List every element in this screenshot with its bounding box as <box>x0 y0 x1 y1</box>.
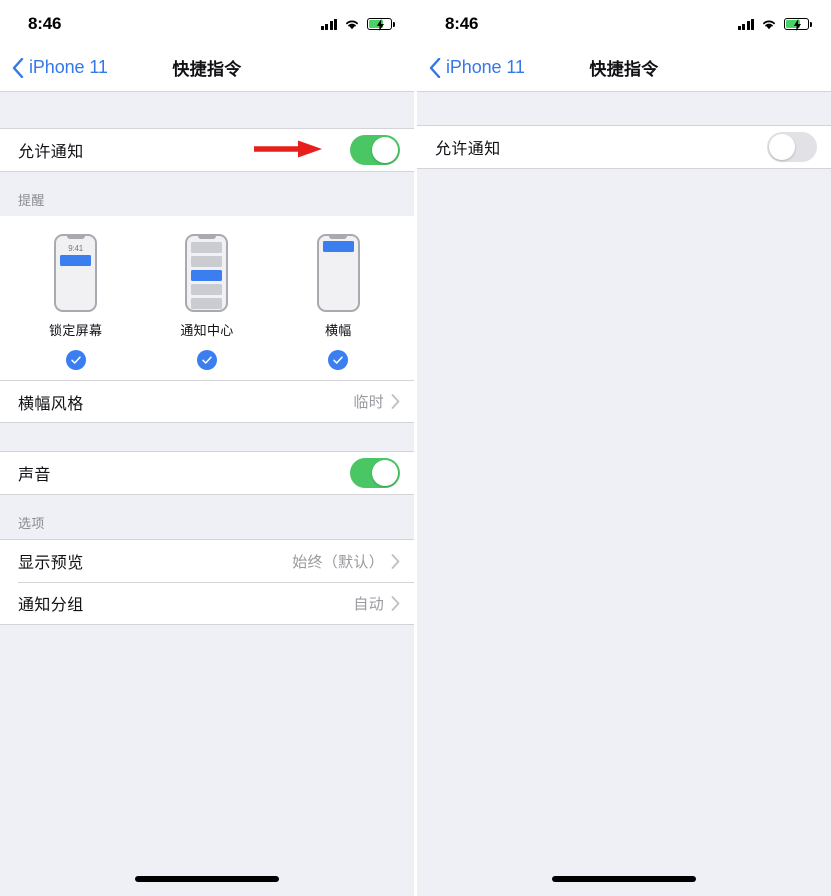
back-button[interactable]: iPhone 11 <box>417 57 525 78</box>
chevron-right-icon <box>391 553 400 569</box>
preview-notification-bar <box>191 270 223 281</box>
banner-preview-icon <box>316 234 360 312</box>
lock-screen-preview-time: 9:41 <box>68 244 84 253</box>
sound-label: 声音 <box>18 467 51 484</box>
preview-notification-bar <box>60 255 92 266</box>
home-indicator <box>135 876 279 882</box>
right-phone-screen: 8:46 iPhone 11 快捷指令 允许通知 <box>417 0 831 896</box>
alerts-section-header: 提醒 <box>0 172 414 216</box>
status-time: 8:46 <box>445 14 479 33</box>
phone-notch <box>66 236 85 239</box>
row-allow-notifications[interactable]: 允许通知 <box>417 126 831 168</box>
allow-notifications-group: 允许通知 <box>0 128 414 172</box>
alert-option-banner[interactable]: 横幅 <box>288 234 388 370</box>
allow-notifications-label: 允许通知 <box>435 141 501 158</box>
status-icons <box>737 14 812 31</box>
battery-charging-icon <box>784 18 812 31</box>
row-show-previews[interactable]: 显示预览 始终（默认） <box>0 540 414 582</box>
alert-option-label: 通知中心 <box>180 323 234 338</box>
navigation-bar-left: iPhone 11 快捷指令 <box>0 44 414 92</box>
preview-bar <box>191 298 223 309</box>
notification-grouping-label: 通知分组 <box>18 597 84 614</box>
lock-screen-preview-icon: 9:41 <box>54 234 98 312</box>
alert-option-lock-screen[interactable]: 9:41 锁定屏幕 <box>26 234 126 370</box>
wifi-icon <box>763 20 775 30</box>
options-section-title: 选项 <box>18 516 45 531</box>
row-banner-style[interactable]: 横幅风格 临时 <box>0 381 414 423</box>
toggle-knob <box>372 137 398 163</box>
status-bar-left: 8:46 <box>0 0 414 44</box>
check-icon <box>333 356 344 364</box>
navigation-bar-right: iPhone 11 快捷指令 <box>417 44 831 92</box>
alert-option-label: 横幅 <box>325 323 352 338</box>
notification-center-preview-icon <box>185 234 229 312</box>
spacer-above-allow-notifications <box>0 92 414 128</box>
wifi-icon <box>346 20 358 30</box>
back-button[interactable]: iPhone 11 <box>0 57 108 78</box>
check-icon <box>202 356 212 364</box>
toggle-knob <box>372 460 398 486</box>
allow-notifications-label: 允许通知 <box>18 144 84 161</box>
alerts-section-title: 提醒 <box>18 193 45 208</box>
alert-option-notification-center[interactable]: 通知中心 <box>157 234 257 370</box>
allow-notifications-toggle[interactable] <box>350 135 400 165</box>
preview-bar <box>191 256 223 267</box>
status-icons <box>320 14 395 31</box>
spacer-above-sound <box>0 423 414 451</box>
chevron-left-icon <box>12 57 24 78</box>
row-allow-notifications[interactable]: 允许通知 <box>0 129 414 171</box>
dual-screenshot-comparison: 8:46 iPhone 11 快捷指令 允许通知 提醒 9:41 锁定屏幕 通知… <box>0 0 831 896</box>
row-notification-grouping[interactable]: 通知分组 自动 <box>0 582 414 624</box>
charging-bolt-icon <box>793 19 801 31</box>
toggle-knob <box>769 134 795 160</box>
preview-notification-bar <box>322 241 354 252</box>
banner-style-label: 横幅风格 <box>18 395 84 413</box>
chevron-right-icon <box>391 394 400 409</box>
row-sound[interactable]: 声音 <box>0 452 414 494</box>
notification-grouping-value: 自动 <box>353 595 384 613</box>
left-phone-screen: 8:46 iPhone 11 快捷指令 允许通知 提醒 9:41 锁定屏幕 通知… <box>0 0 414 896</box>
preview-bar <box>191 242 223 253</box>
cellular-signal-icon <box>320 18 337 30</box>
check-icon <box>70 356 81 364</box>
home-indicator <box>552 876 696 882</box>
sound-toggle[interactable] <box>350 458 400 488</box>
allow-notifications-group: 允许通知 <box>417 125 831 169</box>
notification-center-checkmark[interactable] <box>196 350 217 370</box>
options-section-header: 选项 <box>0 495 414 539</box>
show-previews-label: 显示预览 <box>18 555 84 572</box>
banner-style-value: 临时 <box>353 394 384 411</box>
show-previews-value: 始终（默认） <box>292 553 384 571</box>
sound-group: 声音 <box>0 451 414 495</box>
charging-bolt-icon <box>376 19 384 31</box>
chevron-left-icon <box>429 57 441 78</box>
chevron-right-icon <box>391 595 400 611</box>
allow-notifications-toggle[interactable] <box>767 132 817 162</box>
phone-notch <box>197 236 216 239</box>
status-bar-right: 8:46 <box>417 0 831 44</box>
lock-screen-checkmark[interactable] <box>65 350 86 370</box>
battery-charging-icon <box>367 18 395 31</box>
options-group: 显示预览 始终（默认） 通知分组 自动 <box>0 539 414 625</box>
cellular-signal-icon <box>737 18 754 30</box>
spacer-above-allow-notifications <box>417 92 831 125</box>
alert-style-picker: 9:41 锁定屏幕 通知中心 横幅 <box>0 216 414 381</box>
alert-option-label: 锁定屏幕 <box>49 323 103 338</box>
banner-checkmark[interactable] <box>328 350 349 370</box>
status-time: 8:46 <box>28 14 62 33</box>
preview-bar <box>191 284 223 295</box>
back-button-label: iPhone 11 <box>446 57 525 77</box>
back-button-label: iPhone 11 <box>29 57 108 77</box>
phone-notch <box>329 236 348 239</box>
